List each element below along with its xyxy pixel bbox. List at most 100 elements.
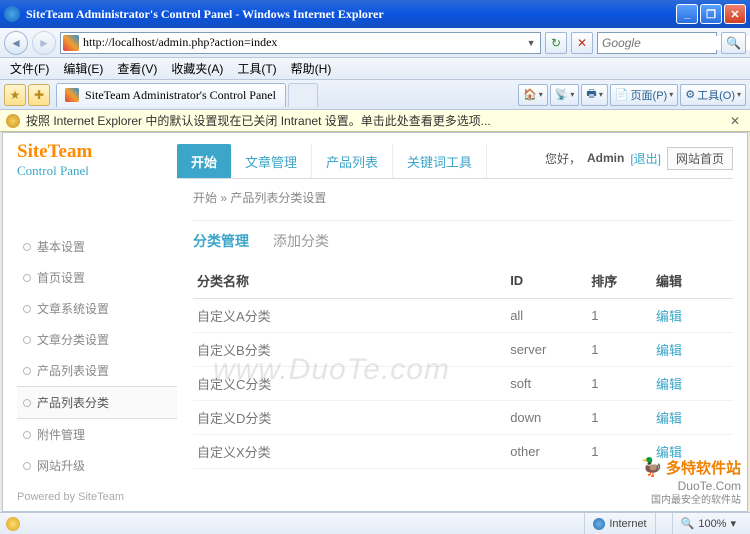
cell-sort: 1	[587, 333, 652, 367]
home-button[interactable]: 🏠▾	[518, 84, 548, 106]
feeds-button[interactable]: 📡▾	[550, 84, 580, 106]
edit-link[interactable]: 编辑	[652, 401, 733, 435]
window-titlebar: SiteTeam Administrator's Control Panel -…	[0, 0, 750, 28]
panel-tab-manage[interactable]: 分类管理	[193, 231, 249, 251]
status-protected-mode	[655, 513, 672, 534]
cell-name: 自定义B分类	[193, 333, 506, 367]
tab-favicon	[65, 88, 79, 102]
status-warning-icon	[6, 517, 20, 531]
table-row: 自定义D分类down1编辑	[193, 401, 733, 435]
address-dropdown-icon[interactable]: ▼	[524, 38, 538, 48]
sidebar-item[interactable]: 首页设置	[17, 262, 177, 293]
cell-sort: 1	[587, 401, 652, 435]
navtab-products[interactable]: 产品列表	[312, 144, 393, 178]
main-panel: 分类管理 添加分类 分类名称 ID 排序 编辑 自定义A分类all1编辑自定义B…	[177, 221, 733, 481]
address-bar[interactable]: ▼	[60, 32, 541, 54]
table-row: 自定义A分类all1编辑	[193, 299, 733, 333]
new-tab-button[interactable]	[288, 83, 318, 107]
table-row: 自定义B分类server1编辑	[193, 333, 733, 367]
favorites-star-icon[interactable]: ★	[4, 84, 26, 106]
powered-by: Powered by SiteTeam	[17, 491, 124, 503]
status-zone: Internet	[584, 513, 654, 534]
infobar-close-icon[interactable]: ✕	[726, 114, 744, 128]
edit-link[interactable]: 编辑	[652, 299, 733, 333]
menu-favorites[interactable]: 收藏夹(A)	[165, 58, 229, 79]
forward-button[interactable]: ►	[32, 31, 56, 55]
cell-sort: 1	[587, 299, 652, 333]
infobar-text: 按照 Internet Explorer 中的默认设置现在已关闭 Intrane…	[26, 112, 491, 129]
shield-icon	[6, 114, 20, 128]
sidebar-item[interactable]: 产品列表分类	[17, 386, 177, 419]
logo-line1: SiteTeam	[17, 141, 177, 163]
page-menu[interactable]: 📄页面(P)▾	[610, 84, 678, 106]
sidebar-item[interactable]: 附件管理	[17, 419, 177, 450]
cell-id: server	[506, 333, 587, 367]
navtab-keywords[interactable]: 关键词工具	[393, 144, 487, 178]
edit-link[interactable]: 编辑	[652, 333, 733, 367]
menu-help[interactable]: 帮助(H)	[285, 58, 338, 79]
cell-id: all	[506, 299, 587, 333]
window-maximize-button[interactable]: ❐	[700, 4, 722, 24]
tools-menu[interactable]: ⚙工具(O)▾	[680, 84, 746, 106]
window-close-button[interactable]: ✕	[724, 4, 746, 24]
sidebar: 基本设置首页设置文章系统设置文章分类设置产品列表设置产品列表分类附件管理网站升级	[17, 221, 177, 481]
duote-badge: 🦆 多特软件站 DuoTe.Com 国内最安全的软件站	[641, 457, 742, 507]
table-row: 自定义C分类soft1编辑	[193, 367, 733, 401]
info-bar[interactable]: 按照 Internet Explorer 中的默认设置现在已关闭 Intrane…	[0, 110, 750, 132]
sidebar-item[interactable]: 文章系统设置	[17, 293, 177, 324]
print-button[interactable]: 🖶▾	[581, 84, 607, 106]
th-name: 分类名称	[193, 263, 506, 299]
tabs-toolbar: ★ ✚ SiteTeam Administrator's Control Pan…	[0, 80, 750, 110]
cell-name: 自定义X分类	[193, 435, 506, 469]
edit-link[interactable]: 编辑	[652, 367, 733, 401]
category-table: 分类名称 ID 排序 编辑 自定义A分类all1编辑自定义B分类server1编…	[193, 263, 733, 469]
search-button[interactable]: 🔍	[721, 32, 746, 54]
sidebar-item[interactable]: 产品列表设置	[17, 355, 177, 386]
panel-tab-add[interactable]: 添加分类	[273, 231, 329, 251]
stop-button[interactable]: ✕	[571, 32, 593, 54]
sidebar-item[interactable]: 文章分类设置	[17, 324, 177, 355]
logout-link[interactable]: [退出]	[630, 150, 661, 167]
cell-sort: 1	[587, 367, 652, 401]
navtab-start[interactable]: 开始	[177, 144, 231, 178]
site-favicon	[63, 35, 79, 51]
cell-name: 自定义A分类	[193, 299, 506, 333]
add-favorite-icon[interactable]: ✚	[28, 84, 50, 106]
sidebar-item[interactable]: 网站升级	[17, 450, 177, 481]
menu-view[interactable]: 查看(V)	[111, 58, 163, 79]
window-minimize-button[interactable]: _	[676, 4, 698, 24]
search-box[interactable]	[597, 32, 717, 54]
address-input[interactable]	[83, 35, 524, 50]
menu-file[interactable]: 文件(F)	[4, 58, 55, 79]
th-id: ID	[506, 263, 587, 299]
page-content: SiteTeam Control Panel 开始 文章管理 产品列表 关键词工…	[2, 132, 748, 512]
nav-toolbar: ◄ ► ▼ ↻ ✕ 🔍	[0, 28, 750, 58]
sidebar-item[interactable]: 基本设置	[17, 231, 177, 262]
status-zoom[interactable]: 🔍 100% ▾	[672, 513, 744, 534]
navtab-articles[interactable]: 文章管理	[231, 144, 312, 178]
tab-title: SiteTeam Administrator's Control Panel	[85, 88, 276, 103]
menu-bar: 文件(F) 编辑(E) 查看(V) 收藏夹(A) 工具(T) 帮助(H)	[0, 58, 750, 80]
refresh-button[interactable]: ↻	[545, 32, 567, 54]
cell-name: 自定义C分类	[193, 367, 506, 401]
cell-id: soft	[506, 367, 587, 401]
site-home-button[interactable]: 网站首页	[667, 147, 733, 170]
window-title: SiteTeam Administrator's Control Panel -…	[26, 7, 384, 22]
ie-icon	[4, 6, 20, 22]
cell-name: 自定义D分类	[193, 401, 506, 435]
globe-icon	[593, 518, 605, 530]
user-box: 您好， Admin [退出] 网站首页	[545, 147, 733, 176]
cell-id: down	[506, 401, 587, 435]
th-op: 编辑	[652, 263, 733, 299]
th-sort: 排序	[587, 263, 652, 299]
logo: SiteTeam Control Panel	[17, 141, 177, 179]
menu-edit[interactable]: 编辑(E)	[57, 58, 109, 79]
logo-line2: Control Panel	[17, 163, 177, 179]
back-button[interactable]: ◄	[4, 31, 28, 55]
user-name: Admin	[587, 151, 624, 165]
breadcrumb: 开始 » 产品列表分类设置	[193, 179, 733, 221]
status-bar: Internet 🔍 100% ▾	[0, 512, 750, 534]
menu-tools[interactable]: 工具(T)	[231, 58, 282, 79]
browser-tab[interactable]: SiteTeam Administrator's Control Panel	[56, 83, 286, 107]
cell-id: other	[506, 435, 587, 469]
